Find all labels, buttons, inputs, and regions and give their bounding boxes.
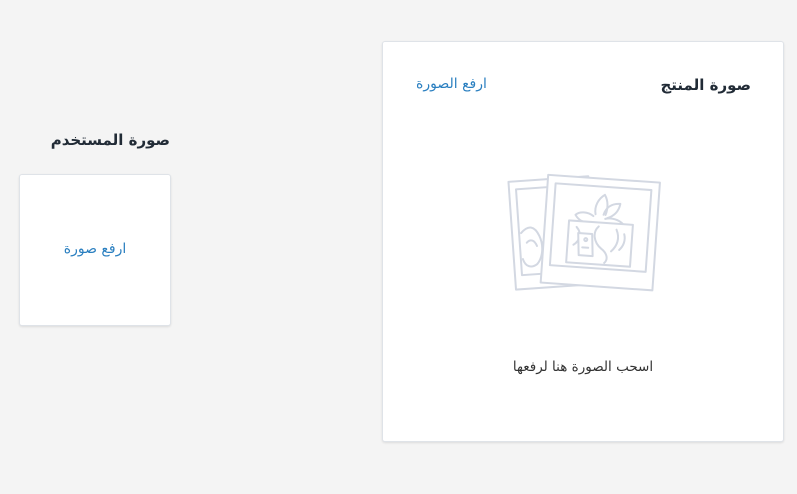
product-image-card: صورة المنتج ارفع الصورة اسحب الصورة هنا … [382, 41, 784, 442]
product-image-upload-link[interactable]: ارفع الصورة [416, 76, 487, 92]
user-image-upload-link[interactable]: ارفع صورة [20, 241, 170, 257]
image-dropzone[interactable]: اسحب الصورة هنا لرفعها [383, 137, 783, 421]
dropzone-hint: اسحب الصورة هنا لرفعها [512, 359, 654, 375]
product-image-title: صورة المنتج [660, 76, 752, 94]
user-image-upload-box[interactable]: ارفع صورة [19, 174, 171, 326]
user-image-title: صورة المستخدم [50, 131, 170, 149]
photos-placeholder-icon [506, 171, 661, 299]
